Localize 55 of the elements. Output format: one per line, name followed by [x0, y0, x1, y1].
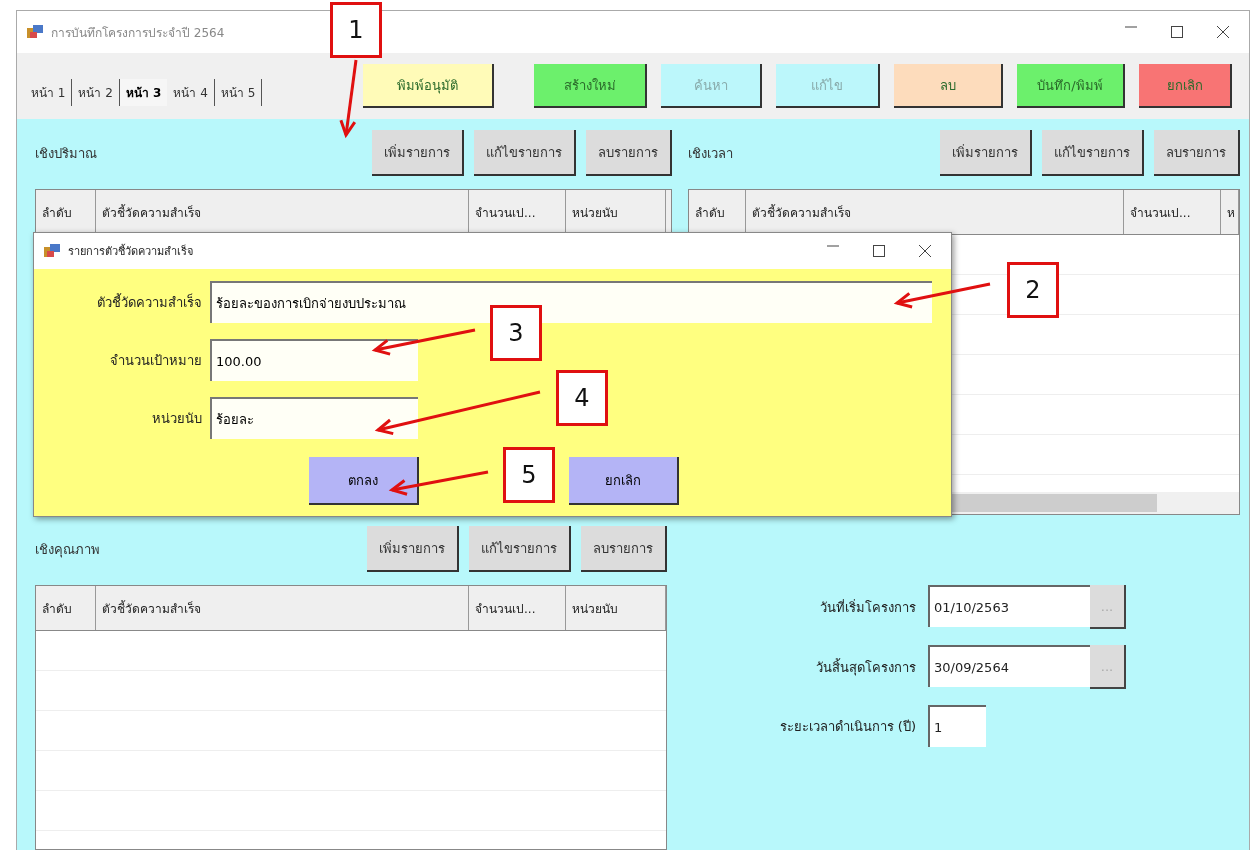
- list-button[interactable]: ลบรายการ: [581, 526, 667, 572]
- list-button[interactable]: ลบรายการ: [1154, 130, 1240, 176]
- page-tab[interactable]: หน้า 4: [167, 79, 215, 106]
- text-field[interactable]: ร้อยละ: [210, 397, 418, 439]
- close-icon[interactable]: [1217, 26, 1229, 38]
- list-button[interactable]: แก้ไขรายการ: [1042, 130, 1144, 176]
- list-button[interactable]: เพิ่มรายการ: [940, 130, 1032, 176]
- text-field[interactable]: 100.00: [210, 339, 418, 381]
- page-tab[interactable]: หน้า 3: [119, 79, 168, 106]
- field-label: ระยะเวลาดำเนินการ (ปี): [778, 717, 917, 736]
- list-button[interactable]: ลบรายการ: [586, 130, 672, 176]
- page-tab[interactable]: หน้า 5: [214, 79, 263, 106]
- field-label: ตัวชี้วัดความสำเร็จ: [96, 292, 203, 312]
- section-title: เชิงคุณภาพ: [35, 540, 101, 560]
- page-tab[interactable]: หน้า 1: [25, 79, 73, 106]
- maximize-icon[interactable]: [1171, 26, 1183, 38]
- date-field[interactable]: 01/10/2563: [928, 585, 1090, 627]
- section-title: เชิงปริมาณ: [35, 144, 98, 163]
- column-header[interactable]: ลำดับ: [36, 586, 96, 630]
- list-button[interactable]: เพิ่มรายการ: [372, 130, 464, 176]
- app-icon: [27, 25, 43, 39]
- column-header[interactable]: จำนวนเป...: [1124, 190, 1221, 234]
- list-button[interactable]: เพิ่มรายการ: [367, 526, 459, 572]
- column-header[interactable]: หน่วยนับ: [566, 586, 666, 630]
- callout-number: 4: [556, 370, 608, 426]
- toolbar-button[interactable]: สร้างใหม่: [534, 64, 647, 108]
- dialog-title: รายการตัวชี้วัดความสำเร็จ: [68, 243, 194, 260]
- list-button[interactable]: แก้ไขรายการ: [474, 130, 576, 176]
- dialog-button[interactable]: ยกเลิก: [569, 457, 679, 505]
- toolbar-button[interactable]: พิมพ์อนุมัติ: [363, 64, 494, 108]
- field-label: วันสิ้นสุดโครงการ: [815, 657, 917, 678]
- callout-number: 5: [503, 447, 555, 503]
- callout-number: 3: [490, 305, 542, 361]
- column-header[interactable]: ตัวชี้วัดความสำเร็จ: [96, 586, 469, 630]
- maximize-icon[interactable]: [873, 245, 885, 257]
- data-grid[interactable]: ลำดับ ตัวชี้วัดความสำเร็จ จำนวนเป... หน่วยนับ: [35, 585, 667, 850]
- callout-number: 2: [1007, 262, 1059, 318]
- text-field[interactable]: ร้อยละของการเบิกจ่ายงบประมาณ: [210, 281, 932, 323]
- callout-number: 1: [330, 2, 382, 58]
- column-header[interactable]: จำนวนเป...: [469, 586, 566, 630]
- close-icon[interactable]: [919, 245, 931, 257]
- field-label: วันที่เริ่มโครงการ: [819, 598, 917, 617]
- column-header[interactable]: ห: [1221, 190, 1239, 234]
- date-field[interactable]: 30/09/2564: [928, 645, 1090, 687]
- date-field[interactable]: 1: [928, 705, 986, 747]
- list-button[interactable]: แก้ไขรายการ: [469, 526, 571, 572]
- window-title: การบันทึกโครงการประจำปี 2564: [51, 25, 225, 40]
- app-icon: [44, 244, 60, 258]
- page-tab[interactable]: หน้า 2: [72, 79, 120, 106]
- field-label: หน่วยนับ: [151, 409, 203, 428]
- dialog-button[interactable]: ตกลง: [309, 457, 419, 505]
- section-title: เชิงเวลา: [688, 144, 734, 163]
- toolbar-button[interactable]: บันทึก/พิมพ์: [1017, 64, 1125, 108]
- field-label: จำนวนเป้าหมาย: [109, 351, 203, 370]
- toolbar-button[interactable]: ลบ: [894, 64, 1003, 108]
